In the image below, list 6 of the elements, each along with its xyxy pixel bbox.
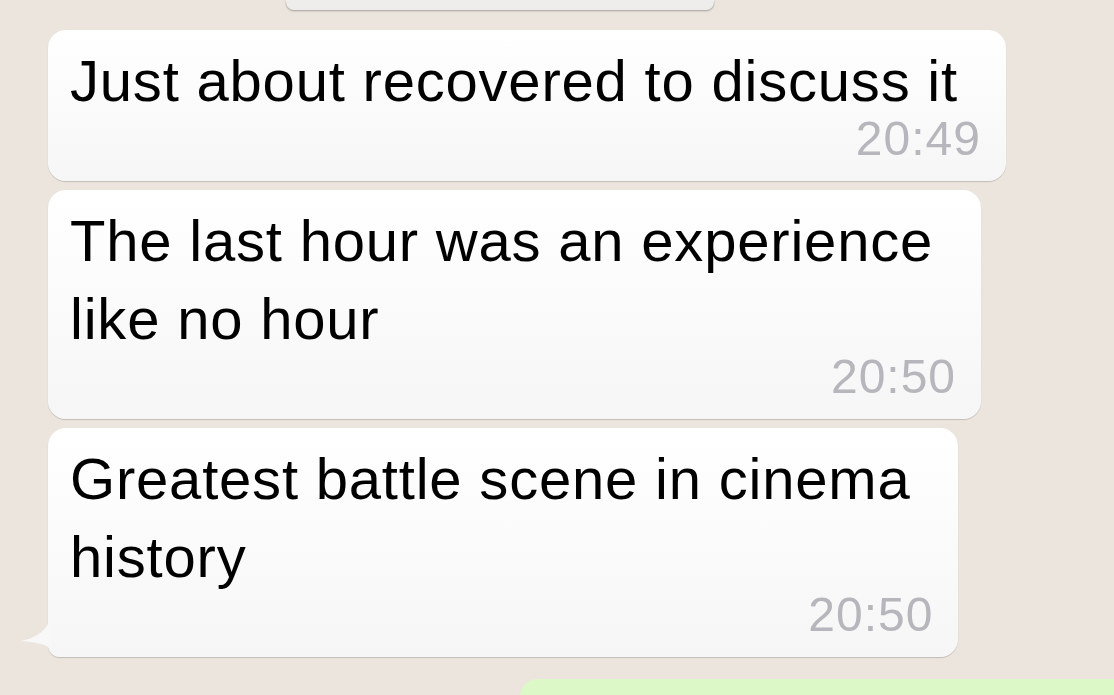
message-text: Just about recovered to discuss it [70, 47, 958, 115]
message-time: 20:50 [830, 353, 957, 401]
message-time: 20:50 [808, 591, 934, 639]
message-text: Greatest battle scene in cinema history [70, 445, 911, 591]
message-text: The last hour was an experience like no hour [70, 207, 934, 353]
message-time: 20:49 [855, 115, 981, 163]
